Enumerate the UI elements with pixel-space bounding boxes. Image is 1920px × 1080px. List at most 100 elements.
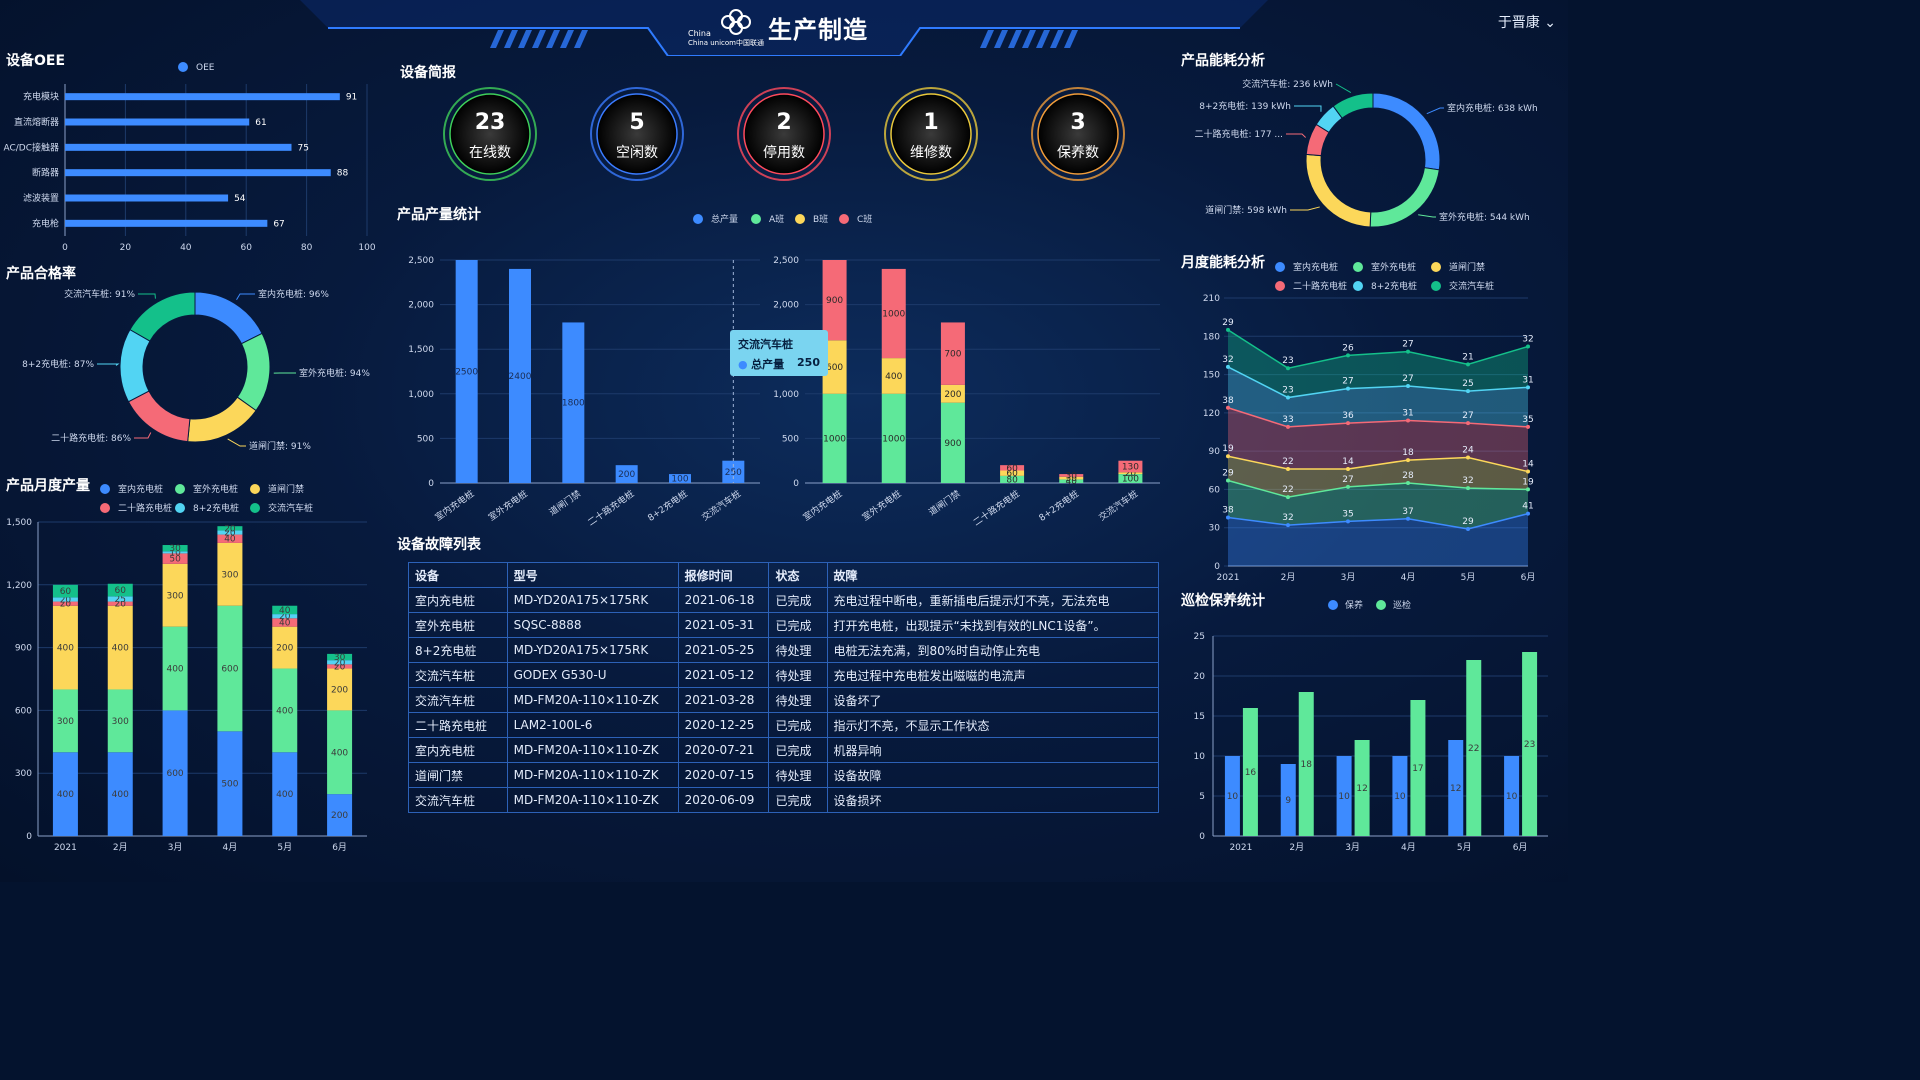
table-cell: 待处理 (768, 662, 828, 688)
legend-label: 8+2充电桩 (193, 502, 239, 514)
legend-marker (250, 484, 260, 494)
legend-marker (1431, 262, 1441, 272)
table-cell: 已完成 (768, 612, 828, 638)
x-tick-label: 2021 (1217, 573, 1240, 583)
data-label: 1000 (882, 434, 905, 444)
table-cell: 充电过程中充电桩发出嗞嗞的电流声 (826, 662, 1159, 688)
table-row[interactable]: 交流汽车桩 GODEX G530-U 2021-05-12 待处理 充电过程中充电桩发出… (408, 662, 1159, 688)
table-cell: 电桩无法充满，到80%时自动停止充电 (826, 637, 1159, 663)
table-cell: 交流汽车桩 (408, 787, 508, 813)
y-tick-label: 1,000 (408, 390, 434, 400)
label-line (236, 293, 255, 301)
data-label: 33 (1282, 415, 1293, 425)
x-tick-label: 5月 (1461, 572, 1476, 583)
data-label: 400 (57, 644, 74, 654)
table-cell: 二十路充电桩 (408, 712, 508, 738)
y-tick-label: 0 (26, 832, 32, 842)
table-row[interactable]: 道闸门禁 MD-FM20A-110×110-ZK 2020-07-15 待处理 设备故障 (408, 762, 1159, 788)
data-label: 1000 (823, 434, 846, 444)
table-row[interactable]: 交流汽车桩 MD-FM20A-110×110-ZK 2021-03-28 待处理 设备坏… (408, 687, 1159, 713)
legend-label: 总产量 (711, 213, 738, 225)
y-tick-label: 90 (1209, 447, 1221, 457)
data-point (1466, 526, 1470, 531)
y-tick-label: 1,500 (408, 345, 434, 355)
data-label: 10 (1506, 792, 1518, 802)
china-unicom-logo: China China unicom中国联通 (688, 9, 764, 47)
brief-2: 2 停用数 (736, 86, 832, 182)
quality-donut-chart: 室内充电桩: 96% 室外充电桩: 94% 道闸门禁: 91% 二十路充电桩: 86%… (22, 288, 370, 452)
data-label: 200 (944, 390, 961, 400)
data-label: 500 (221, 780, 238, 790)
legend-marker (1275, 262, 1285, 272)
data-label: 300 (57, 717, 74, 727)
y-tick-label: 直流熔断器 (14, 116, 59, 128)
data-point (1526, 344, 1530, 349)
table-cell: 充电过程中断电，重新插电后提示灯不亮，无法充电 (826, 587, 1159, 613)
y-tick-label: 0 (1214, 562, 1220, 572)
chevron-down-icon: ⌄ (1544, 15, 1556, 31)
table-cell: MD-YD20A175×175RK (506, 637, 679, 663)
data-label: 400 (276, 790, 293, 800)
y-tick-label: 2,000 (408, 301, 434, 311)
data-label: 900 (944, 439, 961, 449)
donut-slice (129, 291, 196, 342)
table-cell: 设备故障 (826, 762, 1159, 788)
table-cell: 2021-05-12 (677, 662, 770, 688)
table-cell: 室外充电桩 (408, 612, 508, 638)
data-point (1526, 469, 1530, 474)
table-cell: 指示灯不亮，不显示工作状态 (826, 712, 1159, 738)
data-label: 2400 (509, 372, 532, 382)
data-label: 37 (1402, 507, 1413, 517)
x-tick-label: 80 (301, 243, 313, 253)
data-label: 19 (1222, 444, 1234, 454)
data-label: 22 (1468, 744, 1479, 754)
data-label: 32 (1222, 355, 1233, 365)
data-label: 17 (1412, 764, 1423, 774)
legend-marker (175, 503, 185, 513)
label-line (1426, 107, 1444, 115)
label-line (134, 432, 152, 439)
y-tick-label: 150 (1203, 371, 1220, 381)
data-label: 60 (1006, 464, 1018, 474)
legend-marker (693, 214, 703, 224)
legend-label: 巡检 (1393, 599, 1411, 611)
table-row[interactable]: 室外充电桩 SQSC-8888 2021-05-31 已完成 打开充电桩，出现提示“未找… (408, 612, 1159, 638)
x-tick-label: 2月 (1281, 572, 1296, 583)
x-tick-label: 室外充电桩 (860, 488, 904, 524)
y-tick-label: 210 (1203, 294, 1220, 304)
y-tick-label: 2,000 (773, 301, 799, 311)
table-row[interactable]: 室内充电桩 MD-FM20A-110×110-ZK 2020-07-21 已完成 机器异… (408, 737, 1159, 763)
data-label: 38 (1222, 506, 1234, 516)
brief-label: 保养数 (1057, 145, 1099, 161)
data-label: 23 (1282, 356, 1293, 366)
data-label: 1000 (882, 310, 905, 320)
data-label: 10 (1394, 792, 1406, 802)
slice-label: 道闸门禁: 598 kWh (1205, 204, 1287, 216)
slice-label: 交流汽车桩: 236 kWh (1242, 78, 1333, 90)
x-tick-label: 2月 (1289, 842, 1304, 853)
table-cell: 道闸门禁 (408, 762, 508, 788)
table-cell: 待处理 (768, 762, 828, 788)
y-tick-label: 1,200 (6, 581, 32, 591)
table-row[interactable]: 二十路充电桩 LAM2-100L-6 2020-12-25 已完成 指示灯不亮，不显示工… (408, 712, 1159, 738)
x-tick-label: 6月 (1521, 572, 1536, 583)
slice-label: 8+2充电桩: 139 kWh (1199, 100, 1291, 112)
table-cell: 2021-03-28 (677, 687, 770, 713)
table-cell: 8+2充电桩 (408, 637, 508, 663)
data-label: 12 (1356, 784, 1367, 794)
data-point (1406, 384, 1410, 389)
brief-label: 空闲数 (616, 145, 658, 161)
table-row[interactable]: 室内充电桩 MD-YD20A175×175RK 2021-06-18 已完成 充电过程中… (408, 587, 1159, 613)
svg-text:China unicom中国联通: China unicom中国联通 (688, 38, 764, 47)
legend-label: C班 (857, 213, 872, 225)
table-row[interactable]: 8+2充电桩 MD-YD20A175×175RK 2021-05-25 待处理 电桩无法… (408, 637, 1159, 663)
brief-3: 1 维修数 (883, 86, 979, 182)
legend-marker (795, 214, 805, 224)
y-tick-label: 1,000 (773, 390, 799, 400)
table-row[interactable]: 交流汽车桩 MD-FM20A-110×110-ZK 2020-06-09 已完成 设备损… (408, 787, 1159, 813)
user-menu[interactable]: 于晋康 ⌄ (1498, 12, 1556, 32)
data-point (1226, 454, 1230, 459)
table-cell: MD-FM20A-110×110-ZK (506, 737, 679, 763)
data-label: 22 (1282, 485, 1293, 495)
label-line (227, 438, 246, 447)
